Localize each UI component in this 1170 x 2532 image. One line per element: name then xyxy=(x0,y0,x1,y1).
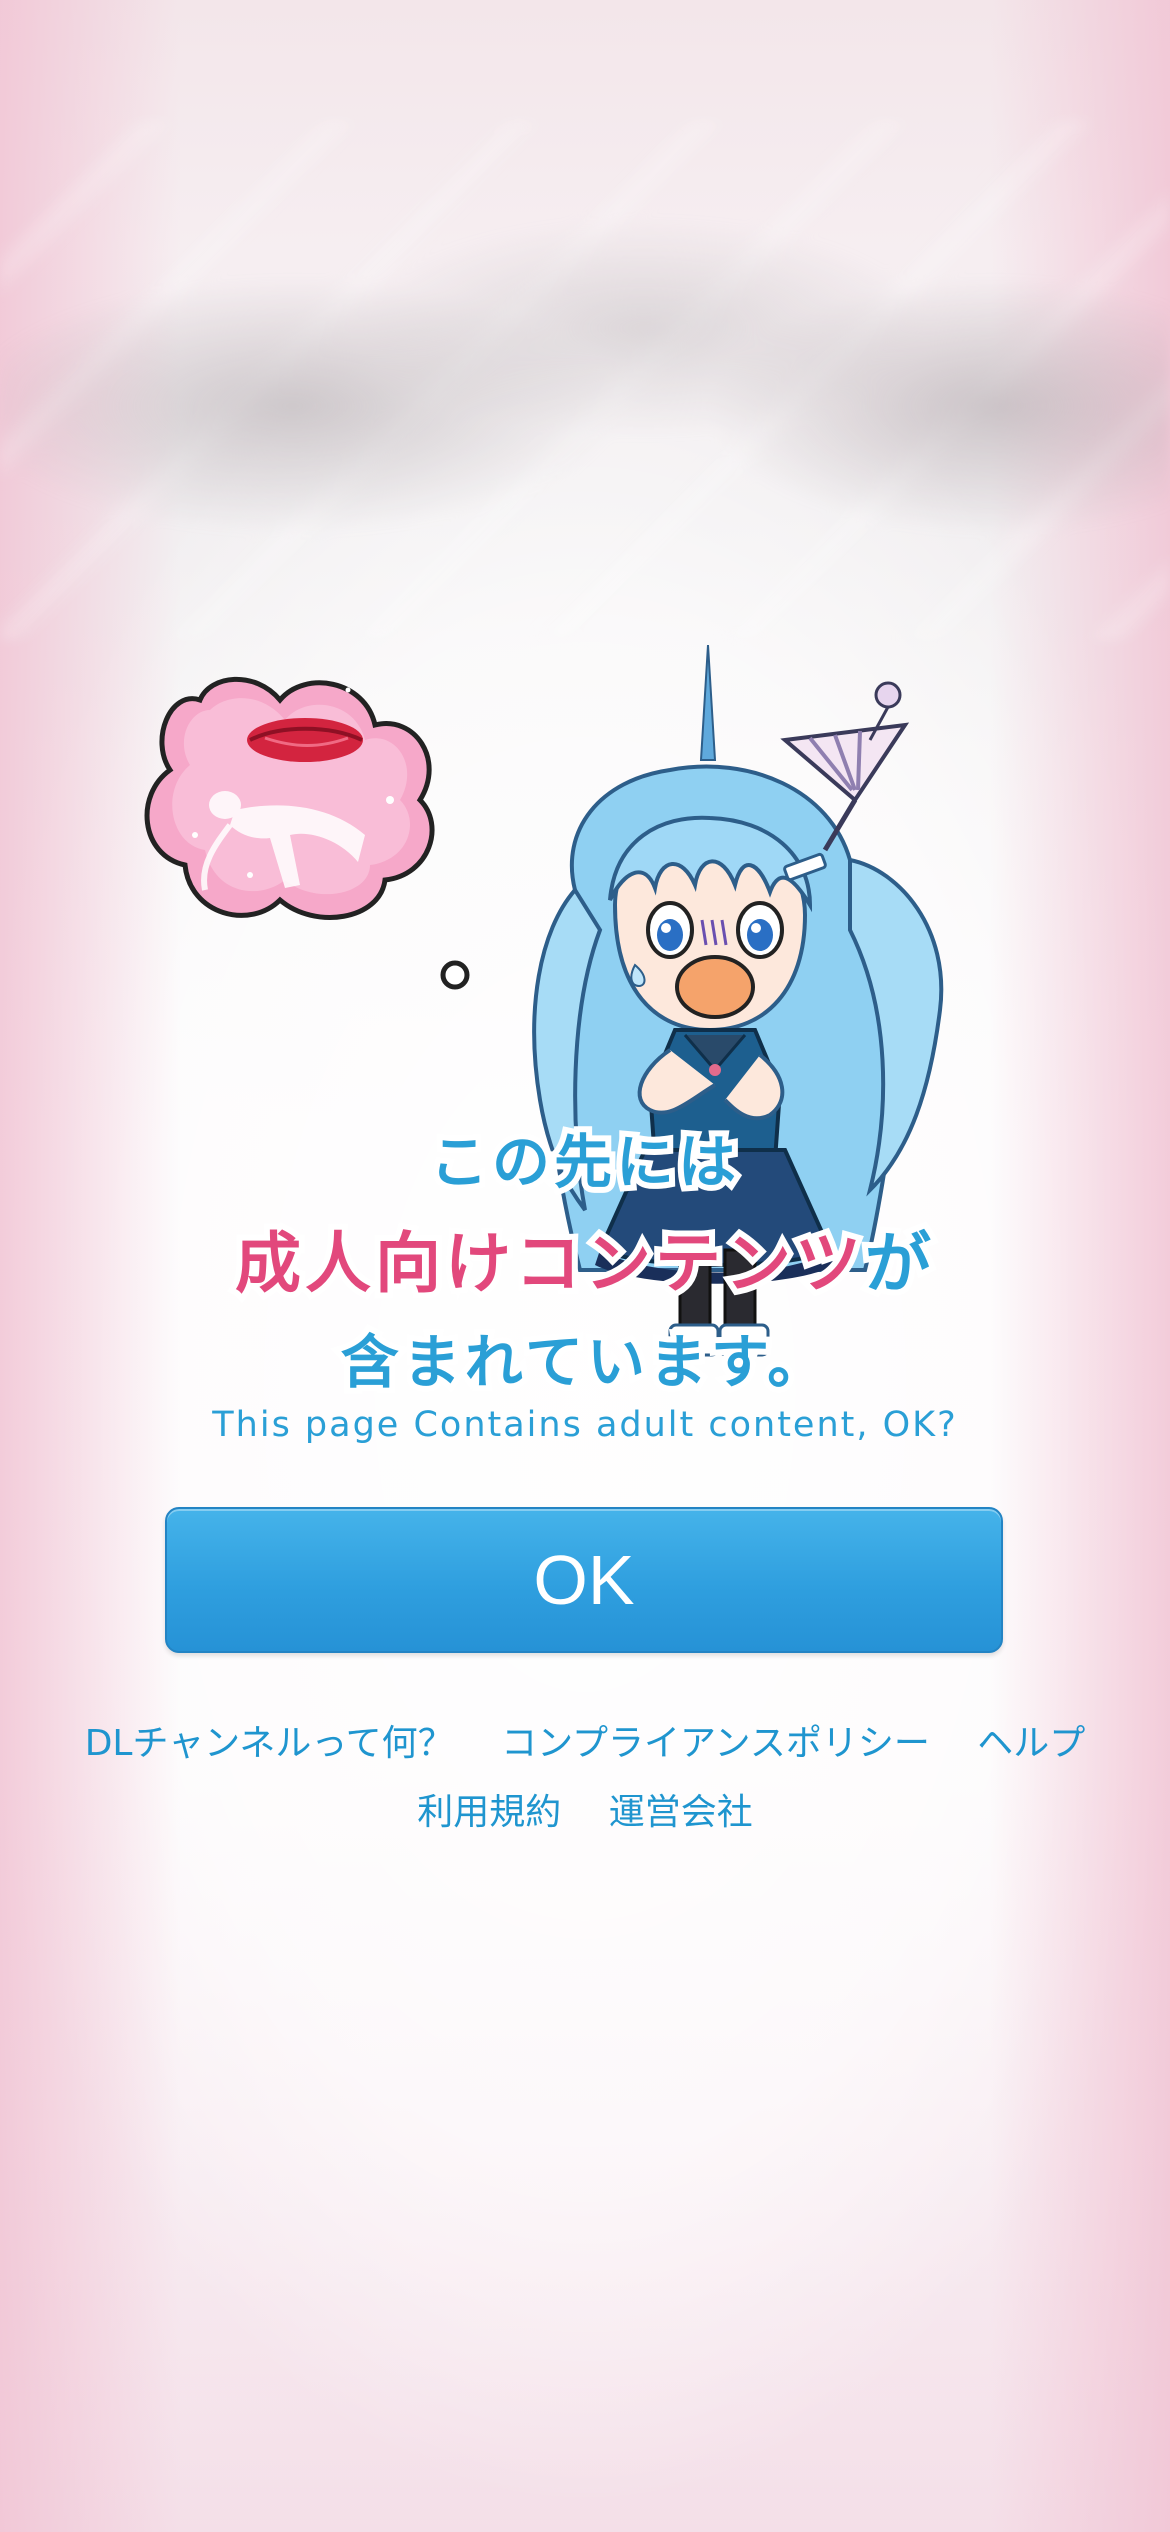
link-what-is-dl-channel[interactable]: DLチャンネルって何？ xyxy=(85,1723,454,1764)
warning-heading-line-1: この先には xyxy=(424,1122,742,1202)
english-subtitle: This page Contains adult content, OK? xyxy=(212,1405,958,1445)
ok-button[interactable]: OK xyxy=(165,1507,1003,1653)
footer-links-row-2: 利用規約 運営会社 xyxy=(0,1783,1170,1835)
link-terms-of-use[interactable]: 利用規約 xyxy=(417,1792,561,1833)
lips-icon xyxy=(247,718,363,762)
warning-heading-adult-content: 成人向けコンテンツ xyxy=(229,1219,867,1308)
link-compliance-policy[interactable]: コンプライアンスポリシー xyxy=(501,1723,930,1764)
thought-dot-icon xyxy=(440,960,470,990)
background-blurred-band xyxy=(0,120,1170,640)
warning-heading-line-2: 成人向けコンテンツが xyxy=(0,1210,1170,1308)
link-operating-company[interactable]: 運営会社 xyxy=(609,1792,753,1833)
thought-bubble-icon xyxy=(144,676,435,920)
warning-heading-line-3: 含まれています。 xyxy=(335,1322,831,1402)
warning-heading-particle: が xyxy=(859,1219,937,1308)
link-help[interactable]: ヘルプ xyxy=(977,1723,1085,1764)
footer-links-row-1: DLチャンネルって何？ コンプライアンスポリシー ヘルプ xyxy=(0,1714,1170,1766)
